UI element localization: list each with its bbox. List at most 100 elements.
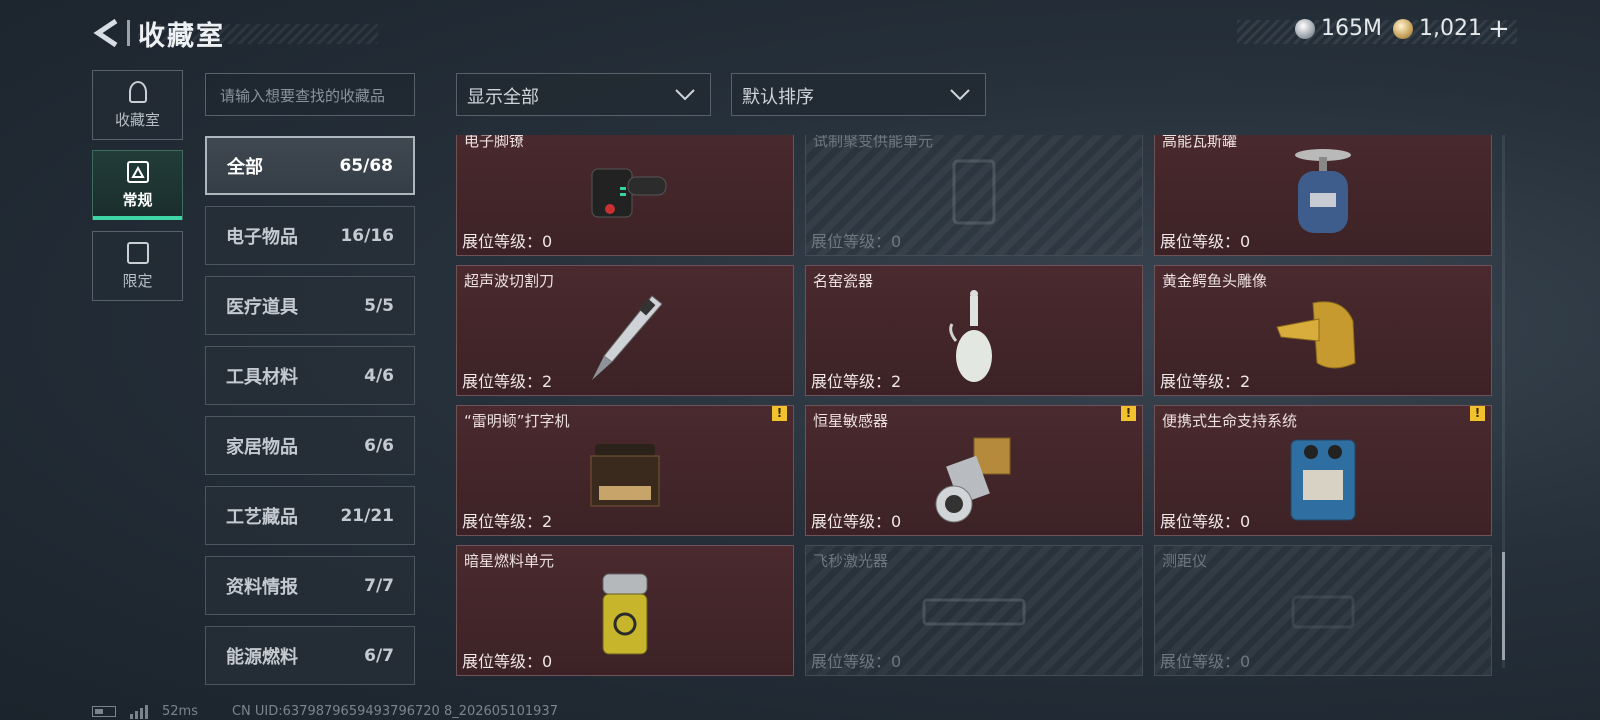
ping-value: 52ms: [162, 704, 198, 719]
status-footer: 52ms CN UID:6379879659493796720 8_202605…: [92, 704, 558, 719]
sort-value: 默认排序: [742, 87, 814, 108]
item-name: 飞秒激光器: [813, 552, 889, 570]
item-name: 电子脚镣: [464, 135, 525, 150]
scrollbar-thumb[interactable]: [1502, 552, 1505, 660]
item-name: 高能瓦斯罐: [1162, 135, 1238, 150]
item-name: 暗星燃料单元: [464, 552, 555, 570]
silver-coin-icon: [1295, 18, 1315, 39]
signal-icon: [130, 704, 148, 719]
ankle-monitor-icon: [591, 168, 667, 217]
laser-icon: [922, 598, 1026, 625]
typewriter-icon: [590, 443, 660, 507]
item-level: 展位等级：0: [811, 512, 902, 531]
porcelain-vase-icon: [949, 289, 992, 382]
category-name: 电子物品: [226, 226, 298, 248]
page-title: 收藏室: [138, 21, 225, 52]
item-level: 展位等级：0: [462, 652, 553, 671]
category-fuel[interactable]: 能源燃料 6/7: [205, 626, 415, 685]
item-name: 试制聚变供能单元: [813, 135, 934, 150]
item-card-rangefinder[interactable]: 测距仪 展位等级：0: [1154, 545, 1492, 676]
side-tab-label: 常规: [122, 190, 153, 209]
silver-currency: 165M: [1295, 16, 1382, 41]
category-count: 5/5: [364, 295, 394, 316]
category-household[interactable]: 家居物品 6/6: [205, 416, 415, 475]
category-name: 资料情报: [226, 576, 298, 598]
category-count: 6/7: [364, 645, 394, 666]
life-support-icon: [1290, 439, 1356, 521]
fuel-cell-icon: [602, 573, 648, 655]
item-level: 展位等级：2: [462, 372, 553, 391]
item-card-ankle-monitor[interactable]: 电子脚镣 展位等级：0: [456, 135, 794, 256]
silver-amount: 165M: [1321, 16, 1382, 41]
item-name: 超声波切割刀: [464, 272, 555, 290]
gold-crocodile-icon: [1276, 301, 1356, 369]
gold-currency[interactable]: 1,021 +: [1393, 16, 1510, 42]
category-name: 全部: [227, 156, 263, 178]
category-count: 7/7: [364, 575, 394, 596]
side-tab-label: 收藏室: [114, 110, 160, 129]
item-card-gas-canister[interactable]: 高能瓦斯罐 展位等级：0: [1154, 135, 1492, 256]
category-name: 能源燃料: [226, 646, 298, 668]
chevron-down-icon: [675, 89, 695, 101]
item-level: 展位等级：0: [1160, 512, 1251, 531]
display-filter-dropdown[interactable]: 显示全部: [456, 73, 711, 116]
document-icon: [126, 160, 149, 183]
item-level: 展位等级：0: [1160, 652, 1251, 671]
trophy-icon: [128, 80, 147, 103]
gold-amount: 1,021: [1419, 16, 1482, 41]
item-card-gold-crocodile[interactable]: 黄金鳄鱼头雕像 展位等级：2: [1154, 265, 1492, 396]
chevron-down-icon: [950, 89, 970, 101]
search-input[interactable]: 请输入想要查找的收藏品: [205, 73, 415, 116]
category-crafts[interactable]: 工艺藏品 21/21: [205, 486, 415, 545]
header-separator: [127, 20, 130, 46]
add-currency-icon[interactable]: +: [1488, 16, 1510, 42]
item-card-femtosecond-laser[interactable]: 飞秒激光器 展位等级：0: [805, 545, 1143, 676]
side-tab-collection[interactable]: 收藏室: [92, 70, 183, 140]
gold-coin-icon: [1393, 18, 1413, 39]
fusion-unit-icon: [952, 159, 996, 224]
item-level: 展位等级：2: [462, 512, 553, 531]
warning-icon: !: [1470, 406, 1485, 421]
side-tab-regular[interactable]: 常规: [92, 150, 183, 220]
item-level: 展位等级：2: [1160, 372, 1251, 391]
sort-dropdown[interactable]: 默认排序: [731, 73, 986, 116]
gas-canister-icon: [1295, 148, 1351, 233]
item-card-star-sensor[interactable]: 恒星敏感器 ! 展位等级：0: [805, 405, 1143, 536]
item-name: 黄金鳄鱼头雕像: [1162, 272, 1268, 290]
uid-text: CN UID:6379879659493796720 8_20260510193…: [231, 704, 558, 719]
item-name: “雷明顿”打字机: [464, 412, 570, 430]
category-count: 65/68: [339, 155, 393, 176]
item-card-ultrasonic-knife[interactable]: 超声波切割刀 展位等级：2: [456, 265, 794, 396]
rangefinder-icon: [1291, 595, 1355, 628]
collection-grid: 电子脚镣 展位等级：0 试制聚变供能单元 展位等级：0 高能瓦斯罐 展位等级：0…: [454, 135, 1494, 683]
item-name: 名窑瓷器: [813, 272, 874, 290]
back-button[interactable]: [92, 18, 122, 48]
category-name: 医疗道具: [226, 296, 298, 318]
category-count: 21/21: [340, 505, 394, 526]
category-electronics[interactable]: 电子物品 16/16: [205, 206, 415, 265]
item-card-porcelain-vase[interactable]: 名窑瓷器 展位等级：2: [805, 265, 1143, 396]
category-count: 4/6: [364, 365, 394, 386]
battery-icon: [92, 706, 116, 717]
item-card-typewriter[interactable]: “雷明顿”打字机 ! 展位等级：2: [456, 405, 794, 536]
item-name: 测距仪: [1162, 552, 1208, 570]
item-level: 展位等级：0: [811, 652, 902, 671]
item-level: 展位等级：0: [811, 232, 902, 251]
side-tab-label: 限定: [122, 271, 153, 290]
item-card-fusion-unit[interactable]: 试制聚变供能单元 展位等级：0: [805, 135, 1143, 256]
category-count: 16/16: [340, 225, 394, 246]
category-count: 6/6: [364, 435, 394, 456]
display-filter-value: 显示全部: [467, 87, 539, 108]
category-all[interactable]: 全部 65/68: [205, 136, 415, 195]
category-intel[interactable]: 资料情报 7/7: [205, 556, 415, 615]
item-card-fuel-cell[interactable]: 暗星燃料单元 展位等级：0: [456, 545, 794, 676]
back-arrow-icon: [93, 18, 118, 48]
warning-icon: !: [772, 406, 787, 421]
category-medical[interactable]: 医疗道具 5/5: [205, 276, 415, 335]
category-tools[interactable]: 工具材料 4/6: [205, 346, 415, 405]
limited-icon: [126, 241, 149, 264]
item-level: 展位等级：0: [462, 232, 553, 251]
item-card-life-support[interactable]: 便携式生命支持系统 ! 展位等级：0: [1154, 405, 1492, 536]
side-tab-limited[interactable]: 限定: [92, 231, 183, 301]
category-name: 工艺藏品: [226, 506, 298, 528]
